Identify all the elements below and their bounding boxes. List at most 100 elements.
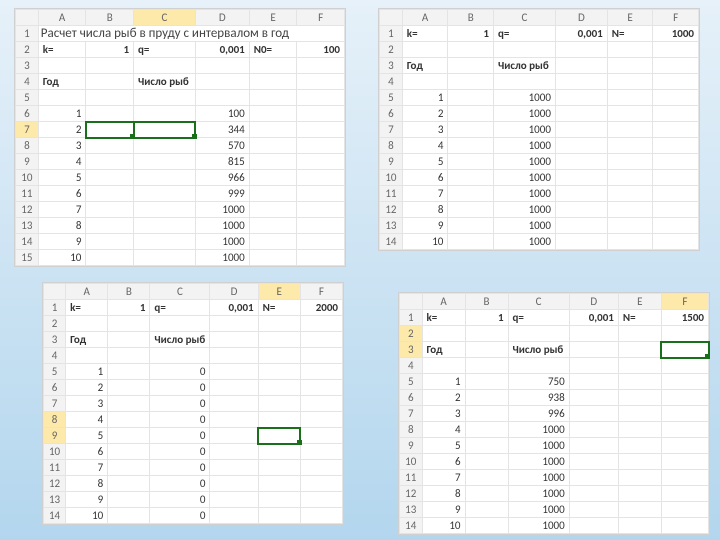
cell[interactable]: 1000 <box>195 202 249 218</box>
cell[interactable]: 0 <box>150 444 210 460</box>
row-7[interactable]: 7 <box>16 122 39 138</box>
cell[interactable]: 1000 <box>508 518 569 534</box>
cell[interactable]: 1000 <box>493 234 555 250</box>
row-11[interactable]: 11 <box>16 186 39 202</box>
col-B[interactable]: B <box>448 10 494 26</box>
cell[interactable]: 5 <box>422 438 465 454</box>
row-4[interactable]: 4 <box>16 74 39 90</box>
row-14[interactable]: 14 <box>380 234 403 250</box>
row-14[interactable]: 14 <box>16 234 39 250</box>
cell[interactable]: 8 <box>38 218 86 234</box>
cell[interactable]: 10 <box>402 234 448 250</box>
cell[interactable]: 2000 <box>300 300 342 316</box>
cell[interactable]: 1000 <box>493 202 555 218</box>
row-14[interactable]: 14 <box>400 518 423 534</box>
cell[interactable]: 3 <box>66 396 108 412</box>
row-1[interactable]: 1 <box>16 26 39 42</box>
corner[interactable] <box>16 10 39 26</box>
cell[interactable]: 6 <box>422 454 465 470</box>
cell[interactable]: 4 <box>402 138 448 154</box>
row-11[interactable]: 11 <box>44 460 66 476</box>
row-11[interactable]: 11 <box>380 186 403 202</box>
cell[interactable]: q= <box>134 42 196 58</box>
row-6[interactable]: 6 <box>16 106 39 122</box>
title-cell[interactable]: Расчет числа рыб в пруду с интервалом в … <box>38 26 344 42</box>
cell[interactable]: 7 <box>38 202 86 218</box>
row-3[interactable]: 3 <box>400 342 423 358</box>
cell[interactable]: 815 <box>195 154 249 170</box>
cell[interactable]: 1 <box>402 90 448 106</box>
row-2[interactable]: 2 <box>400 326 423 342</box>
selection[interactable] <box>258 428 300 444</box>
col-E[interactable]: E <box>249 10 297 26</box>
row-11[interactable]: 11 <box>400 470 423 486</box>
cell[interactable]: 0 <box>150 380 210 396</box>
selection[interactable] <box>86 122 134 138</box>
row-12[interactable]: 12 <box>380 202 403 218</box>
cell[interactable]: 2 <box>38 122 86 138</box>
cell[interactable]: 750 <box>508 374 569 390</box>
row-3[interactable]: 3 <box>380 58 403 74</box>
cell[interactable]: 344 <box>195 122 249 138</box>
row-14[interactable]: 14 <box>44 508 66 524</box>
col-A[interactable]: A <box>66 284 108 300</box>
row-13[interactable]: 13 <box>380 218 403 234</box>
corner[interactable] <box>44 284 66 300</box>
cell[interactable]: 0 <box>150 396 210 412</box>
row-4[interactable]: 4 <box>380 74 403 90</box>
cell[interactable]: 0 <box>150 412 210 428</box>
cell[interactable]: 4 <box>38 154 86 170</box>
cell[interactable]: 1000 <box>493 106 555 122</box>
cell[interactable]: 1000 <box>493 90 555 106</box>
row-5[interactable]: 5 <box>400 374 423 390</box>
cell[interactable]: 2 <box>402 106 448 122</box>
row-3[interactable]: 3 <box>16 58 39 74</box>
cell[interactable]: 0 <box>150 364 210 380</box>
cell[interactable]: 10 <box>38 250 86 266</box>
cell[interactable]: 8 <box>422 486 465 502</box>
row-6[interactable]: 6 <box>400 390 423 406</box>
col-B[interactable]: B <box>465 294 508 310</box>
col-C[interactable]: C <box>493 10 555 26</box>
cell[interactable]: 1000 <box>508 470 569 486</box>
cell[interactable]: 3 <box>38 138 86 154</box>
col-B[interactable]: B <box>108 284 150 300</box>
row-10[interactable]: 10 <box>400 454 423 470</box>
cell[interactable]: 1 <box>465 310 508 326</box>
row-12[interactable]: 12 <box>44 476 66 492</box>
cell[interactable]: 1 <box>108 300 150 316</box>
row-8[interactable]: 8 <box>380 138 403 154</box>
cell[interactable]: q= <box>150 300 210 316</box>
cell[interactable]: 1 <box>86 42 134 58</box>
cell[interactable]: k= <box>422 310 465 326</box>
row-9[interactable]: 9 <box>400 438 423 454</box>
cell[interactable]: 1000 <box>508 438 569 454</box>
sheet-bottomright[interactable]: A B C D E F 1 k= 1 q= 0,001 N= 1500 2 3 … <box>398 292 710 535</box>
grid[interactable]: A B C D E F 1 k= 1 q= 0,001 N= 1500 2 3 … <box>399 293 709 534</box>
cell[interactable]: 570 <box>195 138 249 154</box>
row-10[interactable]: 10 <box>16 170 39 186</box>
cell[interactable]: k= <box>402 26 448 42</box>
col-D[interactable]: D <box>555 10 607 26</box>
cell[interactable]: 996 <box>508 406 569 422</box>
selection[interactable] <box>134 122 196 138</box>
cell[interactable]: 10 <box>66 508 108 524</box>
row-2[interactable]: 2 <box>16 42 39 58</box>
col-E[interactable]: E <box>618 294 661 310</box>
cell[interactable]: 1000 <box>508 422 569 438</box>
sheet-topright[interactable]: A B C D E F 1 k= 1 q= 0,001 N= 1000 2 3 … <box>378 8 700 251</box>
cell[interactable]: 999 <box>195 186 249 202</box>
cell[interactable]: N= <box>618 310 661 326</box>
row-1[interactable]: 1 <box>44 300 66 316</box>
cell[interactable]: 9 <box>402 218 448 234</box>
cell[interactable]: 4 <box>66 412 108 428</box>
cell[interactable]: 3 <box>422 406 465 422</box>
cell[interactable]: 0,001 <box>555 26 607 42</box>
cell[interactable]: k= <box>66 300 108 316</box>
cell[interactable]: 1000 <box>508 502 569 518</box>
row-5[interactable]: 5 <box>44 364 66 380</box>
col-F[interactable]: F <box>300 284 342 300</box>
row-9[interactable]: 9 <box>16 154 39 170</box>
row-1[interactable]: 1 <box>380 26 403 42</box>
cell[interactable]: 1000 <box>508 454 569 470</box>
